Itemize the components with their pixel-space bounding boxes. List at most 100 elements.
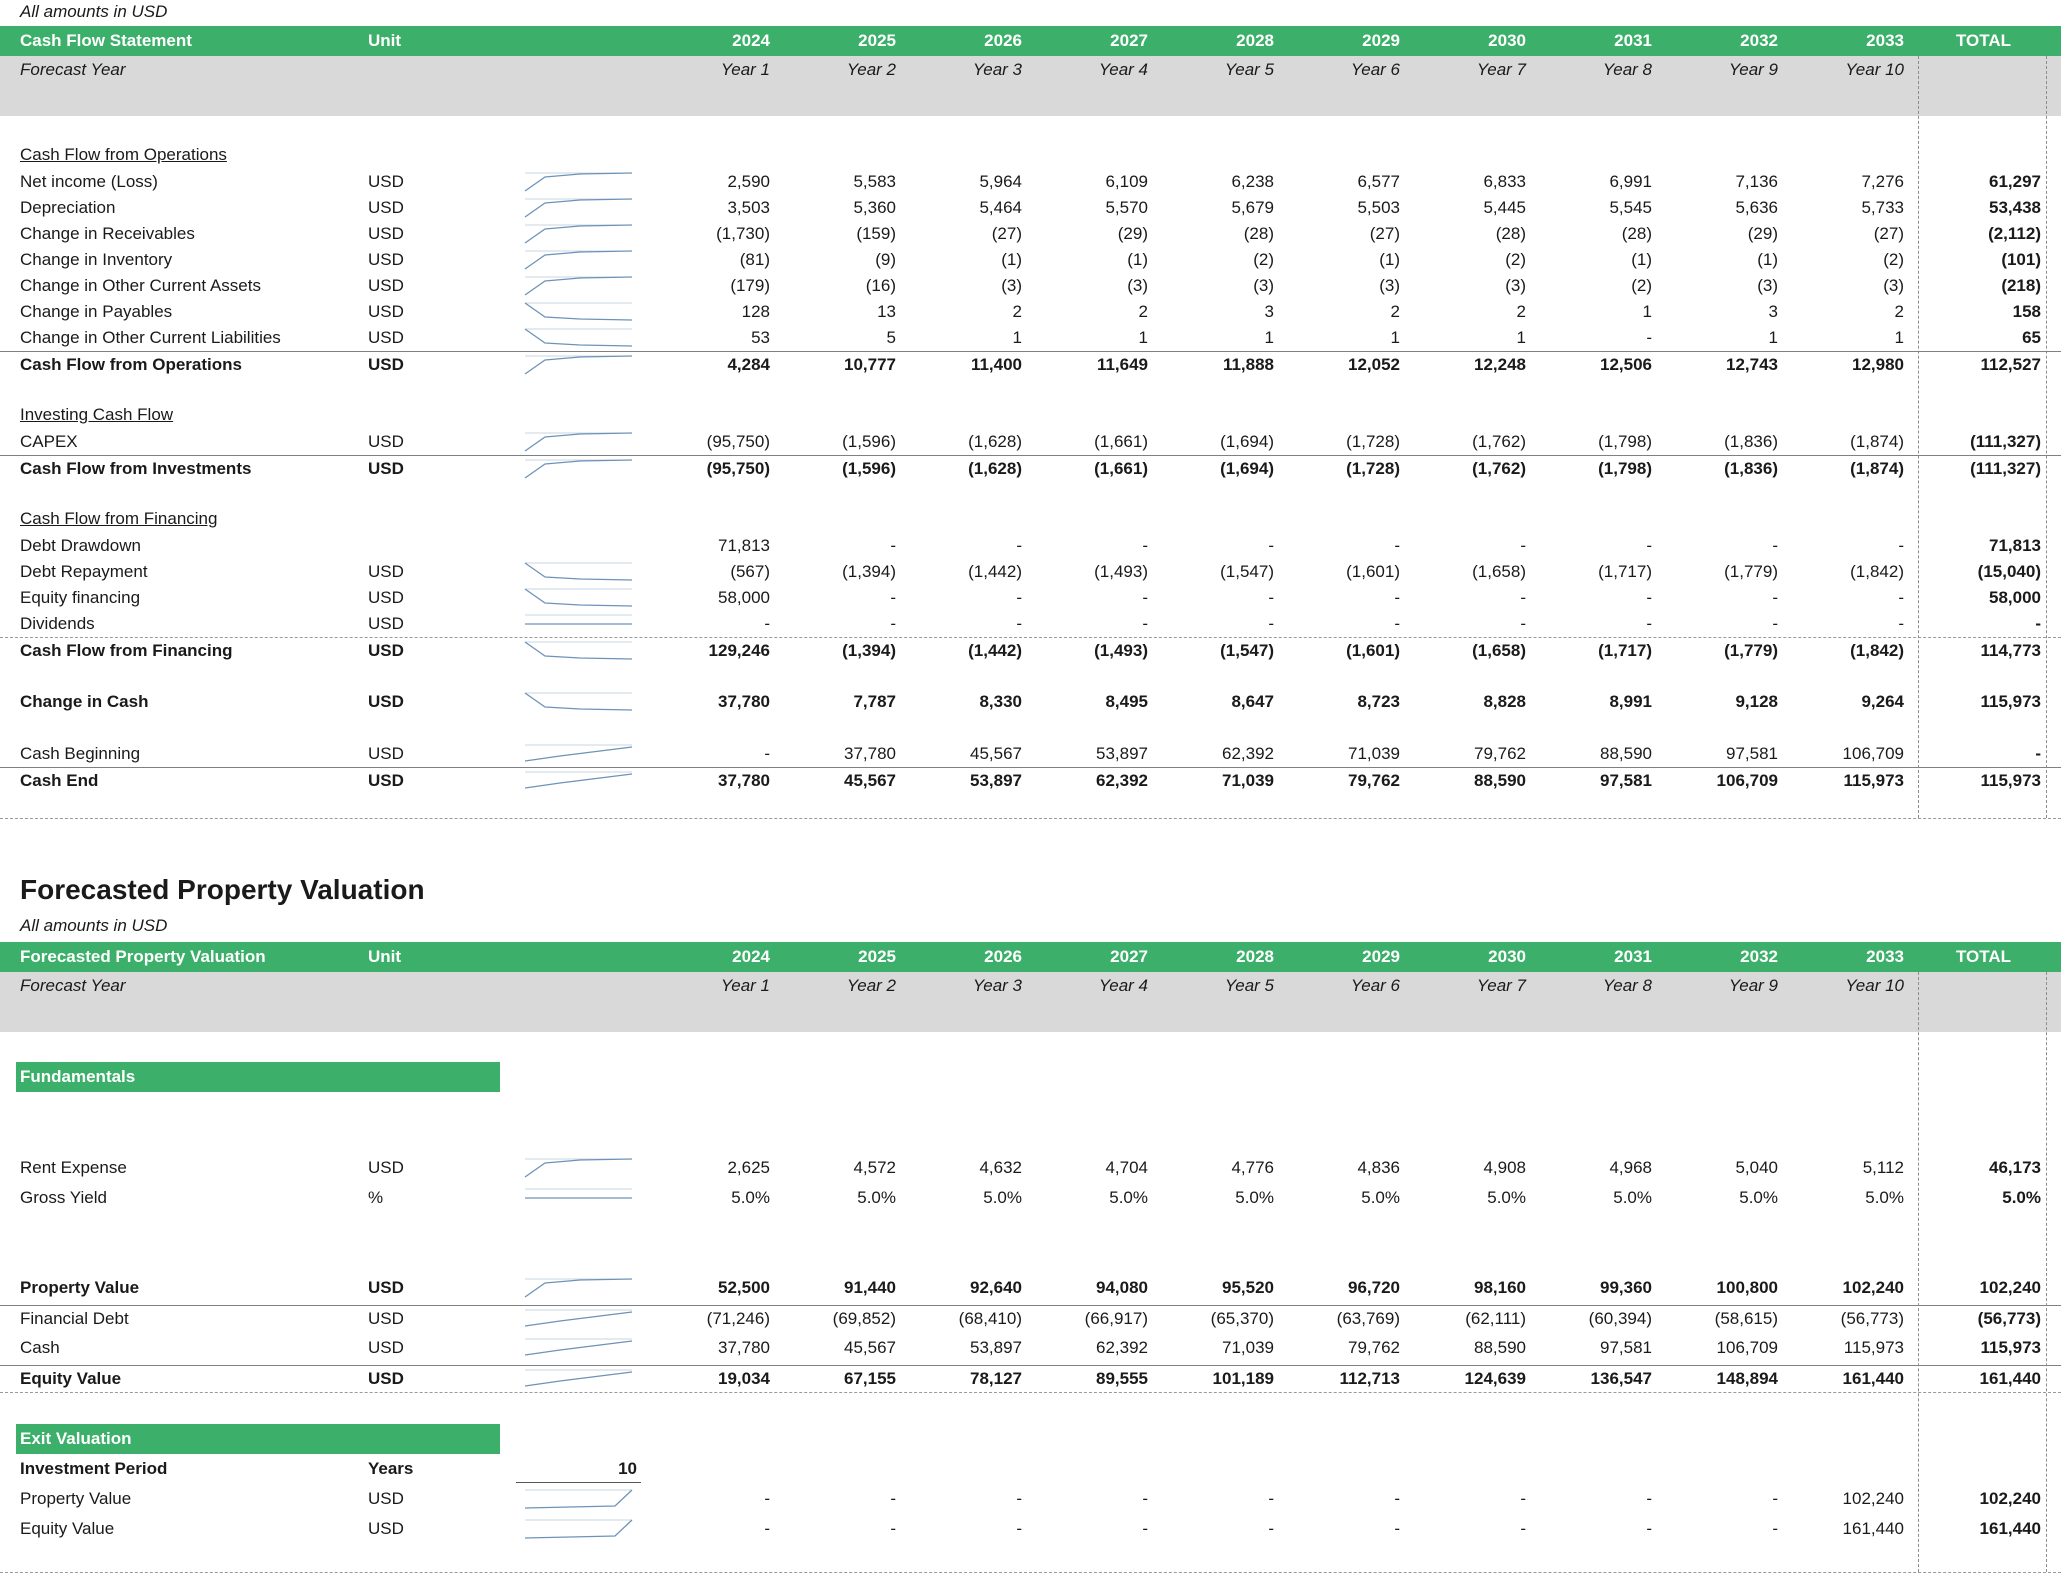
value-cell[interactable]: 91,440 xyxy=(786,1278,896,1298)
value-cell[interactable]: - xyxy=(912,536,1022,556)
value-cell[interactable]: 101,189 xyxy=(1164,1369,1274,1389)
value-cell[interactable]: 62,392 xyxy=(1164,744,1274,764)
value-cell[interactable]: (69,852) xyxy=(786,1309,896,1329)
value-cell[interactable]: - xyxy=(1542,328,1652,348)
value-cell[interactable]: (3) xyxy=(1668,276,1778,296)
value-cell[interactable]: 1 xyxy=(1668,328,1778,348)
value-cell[interactable]: (2) xyxy=(1416,250,1526,270)
value-cell[interactable]: (1,661) xyxy=(1038,459,1148,479)
value-cell[interactable]: (1,779) xyxy=(1668,641,1778,661)
value-cell[interactable]: - xyxy=(1542,1489,1652,1509)
value-cell[interactable]: - xyxy=(1164,1519,1274,1539)
value-cell[interactable]: (1,779) xyxy=(1668,562,1778,582)
value-cell[interactable]: 6,833 xyxy=(1416,172,1526,192)
value-cell[interactable]: 5,445 xyxy=(1416,198,1526,218)
header-cell[interactable]: 2025 xyxy=(786,31,896,51)
value-cell[interactable]: 12,248 xyxy=(1416,355,1526,375)
value-cell[interactable]: 128 xyxy=(660,302,770,322)
value-cell[interactable]: 4,284 xyxy=(660,355,770,375)
value-cell[interactable]: 5.0% xyxy=(1416,1188,1526,1208)
value-cell[interactable]: 1 xyxy=(1542,302,1652,322)
value-cell[interactable]: (63,769) xyxy=(1290,1309,1400,1329)
value-cell[interactable]: - xyxy=(1794,614,1904,634)
value-cell[interactable]: 1 xyxy=(1038,328,1148,348)
total-cell[interactable]: 58,000 xyxy=(1926,588,2041,608)
value-cell[interactable]: (1) xyxy=(1038,250,1148,270)
value-cell[interactable]: (1,717) xyxy=(1542,562,1652,582)
value-cell[interactable]: 4,776 xyxy=(1164,1158,1274,1178)
total-cell[interactable]: 115,973 xyxy=(1926,692,2041,712)
value-cell[interactable]: 5,503 xyxy=(1290,198,1400,218)
total-cell[interactable]: (111,327) xyxy=(1926,432,2041,452)
value-cell[interactable]: - xyxy=(1038,536,1148,556)
header-cell[interactable]: 2030 xyxy=(1416,31,1526,51)
total-cell[interactable]: - xyxy=(1926,744,2041,764)
value-cell[interactable]: - xyxy=(1416,588,1526,608)
value-cell[interactable]: 8,647 xyxy=(1164,692,1274,712)
value-cell[interactable]: 5,570 xyxy=(1038,198,1148,218)
value-cell[interactable]: - xyxy=(1038,588,1148,608)
value-cell[interactable]: 89,555 xyxy=(1038,1369,1148,1389)
value-cell[interactable]: - xyxy=(1164,614,1274,634)
value-cell[interactable]: - xyxy=(912,614,1022,634)
value-cell[interactable]: 5.0% xyxy=(786,1188,896,1208)
value-cell[interactable]: (1,596) xyxy=(786,432,896,452)
value-cell[interactable]: (1,628) xyxy=(912,432,1022,452)
value-cell[interactable]: (27) xyxy=(1794,224,1904,244)
value-cell[interactable]: 52,500 xyxy=(660,1278,770,1298)
header-cell[interactable]: 2030 xyxy=(1416,947,1526,967)
value-cell[interactable]: 115,973 xyxy=(1794,771,1904,791)
value-cell[interactable]: (27) xyxy=(912,224,1022,244)
value-cell[interactable]: (58,615) xyxy=(1668,1309,1778,1329)
value-cell[interactable]: - xyxy=(1668,1489,1778,1509)
value-cell[interactable]: 88,590 xyxy=(1416,771,1526,791)
value-cell[interactable]: 88,590 xyxy=(1416,1338,1526,1358)
investment-period-input[interactable]: 10 xyxy=(516,1456,641,1483)
value-cell[interactable]: 96,720 xyxy=(1290,1278,1400,1298)
value-cell[interactable]: 4,968 xyxy=(1542,1158,1652,1178)
value-cell[interactable]: (66,917) xyxy=(1038,1309,1148,1329)
value-cell[interactable]: - xyxy=(786,1489,896,1509)
value-cell[interactable]: (1,842) xyxy=(1794,641,1904,661)
value-cell[interactable]: (1) xyxy=(912,250,1022,270)
value-cell[interactable]: 5,464 xyxy=(912,198,1022,218)
value-cell[interactable]: (1,836) xyxy=(1668,459,1778,479)
value-cell[interactable]: 37,780 xyxy=(660,1338,770,1358)
value-cell[interactable]: - xyxy=(1794,536,1904,556)
value-cell[interactable]: 71,039 xyxy=(1290,744,1400,764)
value-cell[interactable]: 136,547 xyxy=(1542,1369,1652,1389)
value-cell[interactable]: (1,547) xyxy=(1164,562,1274,582)
value-cell[interactable]: 78,127 xyxy=(912,1369,1022,1389)
header-cell[interactable]: Forecasted Property Valuation xyxy=(20,947,266,967)
header-cell[interactable]: 2032 xyxy=(1668,31,1778,51)
value-cell[interactable]: 106,709 xyxy=(1794,744,1904,764)
value-cell[interactable]: 2,590 xyxy=(660,172,770,192)
value-cell[interactable]: 4,572 xyxy=(786,1158,896,1178)
value-cell[interactable]: (2) xyxy=(1164,250,1274,270)
total-cell[interactable]: 158 xyxy=(1926,302,2041,322)
header-cell[interactable]: 2033 xyxy=(1794,947,1904,967)
value-cell[interactable]: 11,888 xyxy=(1164,355,1274,375)
total-cell[interactable]: 102,240 xyxy=(1926,1489,2041,1509)
value-cell[interactable]: 4,632 xyxy=(912,1158,1022,1178)
value-cell[interactable]: 99,360 xyxy=(1542,1278,1652,1298)
total-cell[interactable]: 161,440 xyxy=(1926,1369,2041,1389)
value-cell[interactable]: 5,733 xyxy=(1794,198,1904,218)
value-cell[interactable]: 58,000 xyxy=(660,588,770,608)
header-cell[interactable]: 2024 xyxy=(660,31,770,51)
value-cell[interactable]: 2,625 xyxy=(660,1158,770,1178)
value-cell[interactable]: 5.0% xyxy=(1668,1188,1778,1208)
value-cell[interactable]: (2) xyxy=(1794,250,1904,270)
header-cell[interactable]: TOTAL xyxy=(1926,31,2041,51)
value-cell[interactable]: 2 xyxy=(912,302,1022,322)
value-cell[interactable]: - xyxy=(786,588,896,608)
total-cell[interactable]: 65 xyxy=(1926,328,2041,348)
value-cell[interactable]: - xyxy=(1164,1489,1274,1509)
value-cell[interactable]: - xyxy=(1416,614,1526,634)
value-cell[interactable]: 13 xyxy=(786,302,896,322)
total-cell[interactable]: (101) xyxy=(1926,250,2041,270)
value-cell[interactable]: 97,581 xyxy=(1542,1338,1652,1358)
value-cell[interactable]: 5 xyxy=(786,328,896,348)
value-cell[interactable]: 5.0% xyxy=(912,1188,1022,1208)
total-cell[interactable]: - xyxy=(1926,614,2041,634)
